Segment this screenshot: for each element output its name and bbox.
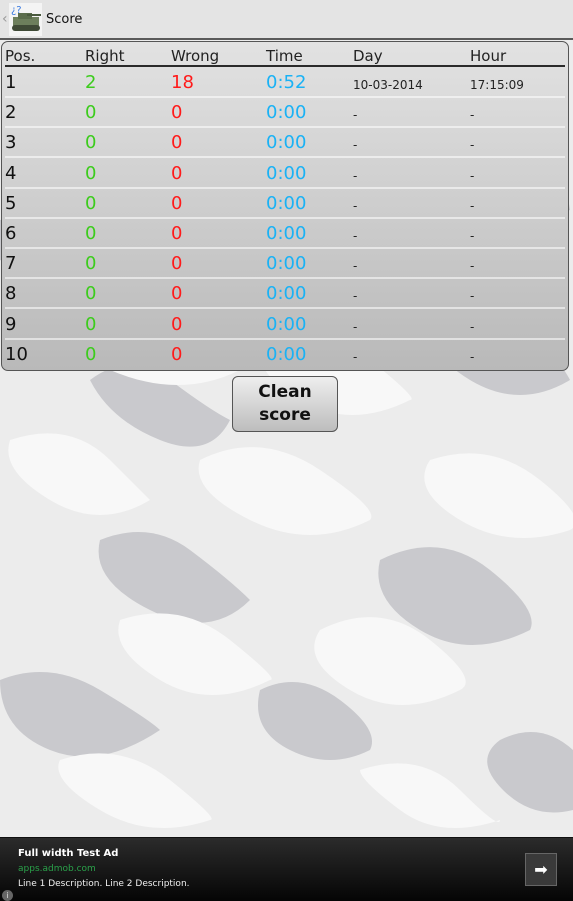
header-time: Time [266, 47, 303, 65]
cell-wrong: 0 [171, 343, 183, 365]
table-row: 4 0 0 0:00 - - [5, 159, 565, 189]
cell-day: - [353, 349, 358, 364]
arrow-right-icon[interactable]: ➡ [525, 853, 557, 886]
cell-hour: - [470, 259, 475, 274]
cell-right: 0 [85, 253, 97, 275]
ad-description: Line 1 Description. Line 2 Description. [18, 879, 190, 889]
cell-wrong: 0 [171, 223, 183, 244]
table-row: 3 0 0 0:00 - - [5, 128, 565, 159]
clean-score-label-line2: score [259, 405, 311, 425]
cell-day: - [353, 198, 358, 213]
cell-right: 0 [85, 192, 97, 214]
cell-pos: 10 [5, 343, 28, 365]
cell-pos: 5 [5, 192, 17, 214]
table-row: 2 0 0 0:00 - - [5, 98, 565, 129]
score-table: Pos. Right Wrong Time Day Hour 1 2 18 0:52 1… [1, 41, 569, 371]
cell-hour: - [470, 108, 475, 123]
cell-pos: 8 [5, 283, 17, 305]
cell-right: 2 [85, 72, 97, 93]
action-bar: ‹ ¿? Score [0, 0, 573, 40]
cell-hour: - [470, 198, 475, 213]
table-row: 8 0 0 0:00 - - [5, 279, 565, 310]
clean-score-label-line1: Clean [258, 382, 312, 402]
table-row: 10 0 0 0:00 - - [5, 340, 565, 370]
cell-day: - [353, 168, 358, 183]
cell-time: 0:00 [266, 313, 307, 335]
cell-pos: 4 [5, 162, 17, 184]
cell-wrong: 0 [171, 102, 183, 124]
cell-right: 0 [85, 313, 97, 335]
cell-wrong: 0 [171, 162, 183, 184]
cell-time: 0:00 [266, 162, 307, 184]
cell-pos: 1 [5, 72, 17, 93]
header-wrong: Wrong [171, 47, 220, 65]
cell-time: 0:52 [266, 72, 307, 93]
cell-time: 0:00 [266, 343, 307, 365]
cell-day: - [353, 289, 358, 304]
cell-hour: - [470, 319, 475, 334]
cell-wrong: 0 [171, 313, 183, 335]
cell-time: 0:00 [266, 223, 307, 244]
table-row: 7 0 0 0:00 - - [5, 249, 565, 280]
cell-time: 0:00 [266, 253, 307, 275]
cell-right: 0 [85, 283, 97, 305]
cell-wrong: 0 [171, 132, 183, 154]
cell-right: 0 [85, 162, 97, 184]
table-row: 1 2 18 0:52 10-03-2014 17:15:09 [5, 68, 565, 98]
cell-hour: - [470, 138, 475, 153]
tank-app-icon[interactable]: ¿? [9, 3, 42, 36]
header-day: Day [353, 47, 383, 65]
cell-pos: 2 [5, 102, 17, 124]
cell-pos: 3 [5, 132, 17, 154]
table-row: 5 0 0 0:00 - - [5, 189, 565, 219]
cell-day: - [353, 229, 358, 243]
header-pos: Pos. [5, 47, 36, 65]
ad-banner[interactable]: Full width Test Ad apps.admob.com Line 1… [0, 837, 573, 901]
cell-right: 0 [85, 132, 97, 154]
ad-url[interactable]: apps.admob.com [18, 864, 96, 874]
header-hour: Hour [470, 47, 507, 65]
clean-score-button[interactable]: Clean score [232, 376, 338, 432]
cell-pos: 7 [5, 253, 17, 275]
cell-time: 0:00 [266, 102, 307, 124]
cell-day: 10-03-2014 [353, 78, 423, 92]
cell-hour: - [470, 289, 475, 304]
cell-hour: - [470, 168, 475, 183]
cell-wrong: 0 [171, 283, 183, 305]
cell-hour: - [470, 349, 475, 364]
table-row: 9 0 0 0:00 - - [5, 310, 565, 340]
cell-time: 0:00 [266, 132, 307, 154]
table-header: Pos. Right Wrong Time Day Hour [5, 42, 565, 67]
cell-day: - [353, 138, 358, 153]
cell-wrong: 18 [171, 72, 194, 93]
cell-wrong: 0 [171, 192, 183, 214]
cell-time: 0:00 [266, 192, 307, 214]
cell-hour: - [470, 229, 475, 243]
cell-right: 0 [85, 343, 97, 365]
screen-title: Score [46, 12, 83, 27]
cell-pos: 6 [5, 223, 17, 244]
cell-right: 0 [85, 223, 97, 244]
ad-title: Full width Test Ad [18, 848, 119, 859]
header-right: Right [85, 47, 125, 65]
cell-time: 0:00 [266, 283, 307, 305]
cell-pos: 9 [5, 313, 17, 335]
info-icon[interactable]: i [2, 890, 13, 901]
cell-right: 0 [85, 102, 97, 124]
cell-day: - [353, 108, 358, 123]
cell-day: - [353, 319, 358, 334]
table-row: 6 0 0 0:00 - - [5, 219, 565, 249]
cell-day: - [353, 259, 358, 274]
chevron-left-icon[interactable]: ‹ [2, 11, 8, 27]
cell-wrong: 0 [171, 253, 183, 275]
cell-hour: 17:15:09 [470, 78, 524, 92]
